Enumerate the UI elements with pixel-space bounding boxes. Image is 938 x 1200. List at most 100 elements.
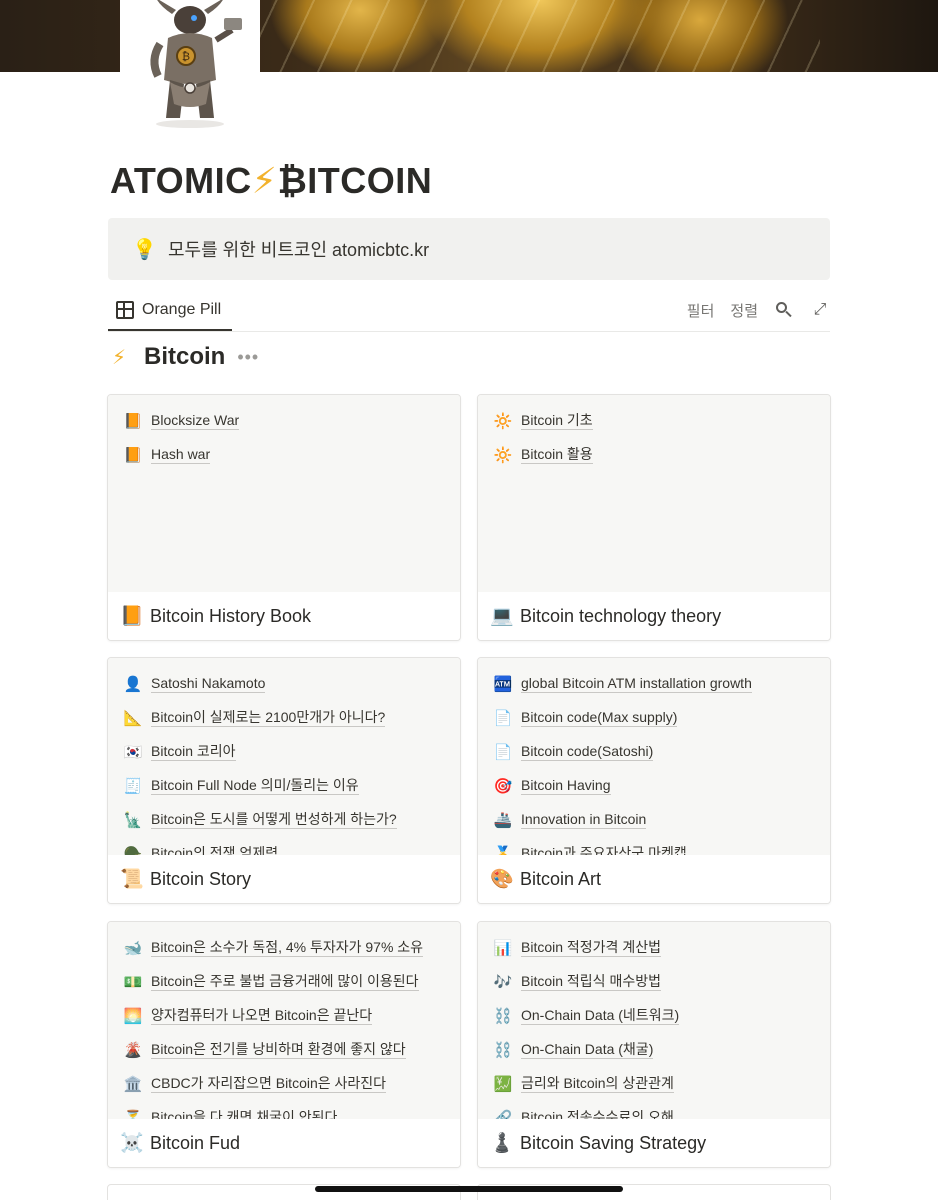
card-title-bar[interactable]: 💻 Bitcoin technology theory <box>478 592 830 640</box>
page-link[interactable]: On-Chain Data (네트워크) <box>521 1007 680 1025</box>
list-item[interactable]: ⛓️ On-Chain Data (네트워크) <box>478 999 830 1033</box>
list-item[interactable]: 📙 Blocksize War <box>108 404 460 438</box>
card-title-bar[interactable]: 📜 Bitcoin Story <box>108 855 460 903</box>
page-link[interactable]: 금리와 Bitcoin의 상관관계 <box>521 1075 674 1093</box>
gallery-card-saving-strategy[interactable]: 📊 Bitcoin 적정가격 계산법 🎶 Bitcoin 적립식 매수방법 ⛓️ On… <box>477 921 831 1168</box>
gallery-card-story[interactable]: 👤 Satoshi Nakamoto 📐 Bitcoin이 실제로는 2100만개가… <box>107 657 461 904</box>
card-title-bar[interactable]: ♟️ Bitcoin Saving Strategy <box>478 1119 830 1167</box>
sun-icon: 🔆 <box>493 413 513 430</box>
gallery-card-technology-theory[interactable]: 🔆 Bitcoin 기초 🔆 Bitcoin 활용 💻 Bitcoin techno… <box>477 394 831 641</box>
page-link[interactable]: Innovation in Bitcoin <box>521 811 647 829</box>
list-item[interactable]: 🌋 Bitcoin은 전기를 낭비하며 환경에 좋지 않다 <box>108 1033 460 1067</box>
page-link[interactable]: Bitcoin이 실제로는 2100만개가 아니다? <box>151 709 386 727</box>
page-link[interactable]: Bitcoin 활용 <box>521 446 593 464</box>
page-link[interactable]: Blocksize War <box>151 412 240 430</box>
list-item[interactable]: 🇰🇷 Bitcoin 코리아 <box>108 735 460 769</box>
page-link[interactable]: On-Chain Data (채굴) <box>521 1041 654 1059</box>
list-item[interactable]: 🎶 Bitcoin 적립식 매수방법 <box>478 965 830 999</box>
page-link[interactable]: Bitcoin 코리아 <box>151 743 236 761</box>
filter-button[interactable]: 필터 <box>687 300 715 321</box>
list-item[interactable]: 🔆 Bitcoin 기초 <box>478 404 830 438</box>
card-title-bar[interactable]: ☠️ Bitcoin Fud <box>108 1119 460 1167</box>
list-item[interactable]: 🪖 Bitcoin의 전쟁 억제력 <box>108 837 460 855</box>
gallery-card-art[interactable]: 🏧 global Bitcoin ATM installation growth … <box>477 657 831 904</box>
list-item[interactable]: 📊 Bitcoin 적정가격 계산법 <box>478 931 830 965</box>
expand-icon[interactable]: ⤢ <box>810 300 830 320</box>
card-preview: 🏧 global Bitcoin ATM installation growth … <box>478 658 830 856</box>
section-title[interactable]: Bitcoin <box>144 343 225 371</box>
gallery-card-fud[interactable]: 🐋 Bitcoin은 소수가 독점, 4% 투자자가 97% 소유 💵 Bitcoi… <box>107 921 461 1168</box>
list-item[interactable]: 🗽 Bitcoin은 도시를 어떻게 번성하게 하는가? <box>108 803 460 837</box>
cover-circuit-pattern <box>260 0 820 72</box>
list-item[interactable]: 🎯 Bitcoin Having <box>478 769 830 803</box>
sun-icon: 🔆 <box>493 447 513 464</box>
page-link[interactable]: Bitcoin 적정가격 계산법 <box>521 939 661 957</box>
title-text-bitcoin: ₿ITCOIN <box>277 160 433 201</box>
page-link[interactable]: Bitcoin은 주로 불법 금융거래에 많이 이용된다 <box>151 973 419 991</box>
list-item[interactable]: 🥇 Bitcoin과 주요자산군 마켓캡 <box>478 837 830 855</box>
callout-text: 모두를 위한 비트코인 atomicbtc.kr <box>168 240 430 260</box>
list-item[interactable]: 🐋 Bitcoin은 소수가 독점, 4% 투자자가 97% 소유 <box>108 931 460 965</box>
book-icon: 📙 <box>123 447 143 464</box>
list-item[interactable]: 📄 Bitcoin code(Max supply) <box>478 701 830 735</box>
card-title: Bitcoin Saving Strategy <box>520 1132 707 1153</box>
lightbulb-icon: 💡 <box>132 238 157 261</box>
list-item[interactable]: ⛓️ On-Chain Data (채굴) <box>478 1033 830 1067</box>
card-title: Bitcoin Story <box>150 868 252 889</box>
list-item[interactable]: 🏛️ CBDC가 자리잡으면 Bitcoin은 사라진다 <box>108 1067 460 1101</box>
page-link[interactable]: Bitcoin은 소수가 독점, 4% 투자자가 97% 소유 <box>151 939 424 957</box>
card-preview: 👤 Satoshi Nakamoto 📐 Bitcoin이 실제로는 2100만개가… <box>108 658 460 856</box>
search-icon[interactable] <box>774 300 794 320</box>
page-title[interactable]: ATOMIC⚡₿ITCOIN <box>110 160 432 202</box>
list-item[interactable]: ⏳ Bitcoin을 다 캐면 채굴이 안된다 <box>108 1101 460 1119</box>
list-item[interactable]: 🔗 Bitcoin 전송수수료의 오해 <box>478 1101 830 1119</box>
chart-increasing-icon: 💹 <box>493 1076 513 1093</box>
title-text-atomic: ATOMIC <box>110 160 252 201</box>
card-preview: 🐋 Bitcoin은 소수가 독점, 4% 투자자가 97% 소유 💵 Bitcoi… <box>108 922 460 1120</box>
list-item[interactable]: 🌅 양자컴퓨터가 나오면 Bitcoin은 끝난다 <box>108 999 460 1033</box>
card-title-bar[interactable]: 🎨 Bitcoin Art <box>478 855 830 903</box>
chess-pawn-icon: ♟️ <box>490 1133 514 1154</box>
page-link[interactable]: Bitcoin Full Node 의미/돌리는 이유 <box>151 777 359 795</box>
page-link[interactable]: Bitcoin Having <box>521 777 611 795</box>
page-link[interactable]: CBDC가 자리잡으면 Bitcoin은 사라진다 <box>151 1075 387 1093</box>
gallery-card-history-book[interactable]: 📙 Blocksize War 📙 Hash war 📙 Bitcoin Histo… <box>107 394 461 641</box>
list-item[interactable]: 🏧 global Bitcoin ATM installation growth <box>478 667 830 701</box>
page-link[interactable]: global Bitcoin ATM installation growth <box>521 675 752 693</box>
page-icon: 📄 <box>493 710 513 727</box>
page-link[interactable]: Bitcoin code(Max supply) <box>521 709 678 727</box>
card-title-bar[interactable]: 📙 Bitcoin History Book <box>108 592 460 640</box>
page-link[interactable]: Bitcoin은 전기를 낭비하며 환경에 좋지 않다 <box>151 1041 406 1059</box>
page-link[interactable]: Bitcoin은 도시를 어떻게 번성하게 하는가? <box>151 811 397 829</box>
tab-orange-pill[interactable]: Orange Pill <box>108 290 232 331</box>
chain-icon: ⛓️ <box>493 1008 513 1025</box>
section-header: ⚡ Bitcoin ••• <box>112 343 259 371</box>
page-link[interactable]: Hash war <box>151 446 211 464</box>
callout-block[interactable]: 💡 모두를 위한 비트코인 atomicbtc.kr <box>108 218 830 280</box>
list-item[interactable]: 🚢 Innovation in Bitcoin <box>478 803 830 837</box>
volcano-icon: 🌋 <box>123 1042 143 1059</box>
statue-of-liberty-icon: 🗽 <box>123 812 143 829</box>
list-item[interactable]: 📄 Bitcoin code(Satoshi) <box>478 735 830 769</box>
more-options-icon[interactable]: ••• <box>237 347 259 368</box>
page-icon[interactable]: ₿ <box>120 0 260 132</box>
lightning-bolt-icon: ⚡ <box>112 346 127 369</box>
list-item[interactable]: 👤 Satoshi Nakamoto <box>108 667 460 701</box>
page-link[interactable]: 양자컴퓨터가 나오면 Bitcoin은 끝난다 <box>151 1007 373 1025</box>
list-item[interactable]: 🧾 Bitcoin Full Node 의미/돌리는 이유 <box>108 769 460 803</box>
list-item[interactable]: 📐 Bitcoin이 실제로는 2100만개가 아니다? <box>108 701 460 735</box>
page-link[interactable]: Bitcoin 기초 <box>521 412 593 430</box>
chain-icon: ⛓️ <box>493 1042 513 1059</box>
page-link[interactable]: Satoshi Nakamoto <box>151 675 266 693</box>
list-item[interactable]: 📙 Hash war <box>108 438 460 472</box>
palette-icon: 🎨 <box>490 869 514 890</box>
view-toolbar: 필터 정렬 ⤢ <box>671 290 830 330</box>
sort-button[interactable]: 정렬 <box>730 300 758 321</box>
page-link[interactable]: Bitcoin 적립식 매수방법 <box>521 973 661 991</box>
card-title: Bitcoin Art <box>520 868 602 889</box>
list-item[interactable]: 💵 Bitcoin은 주로 불법 금융거래에 많이 이용된다 <box>108 965 460 999</box>
list-item[interactable]: 💹 금리와 Bitcoin의 상관관계 <box>478 1067 830 1101</box>
home-indicator[interactable] <box>315 1186 623 1192</box>
page-link[interactable]: Bitcoin code(Satoshi) <box>521 743 654 761</box>
list-item[interactable]: 🔆 Bitcoin 활용 <box>478 438 830 472</box>
